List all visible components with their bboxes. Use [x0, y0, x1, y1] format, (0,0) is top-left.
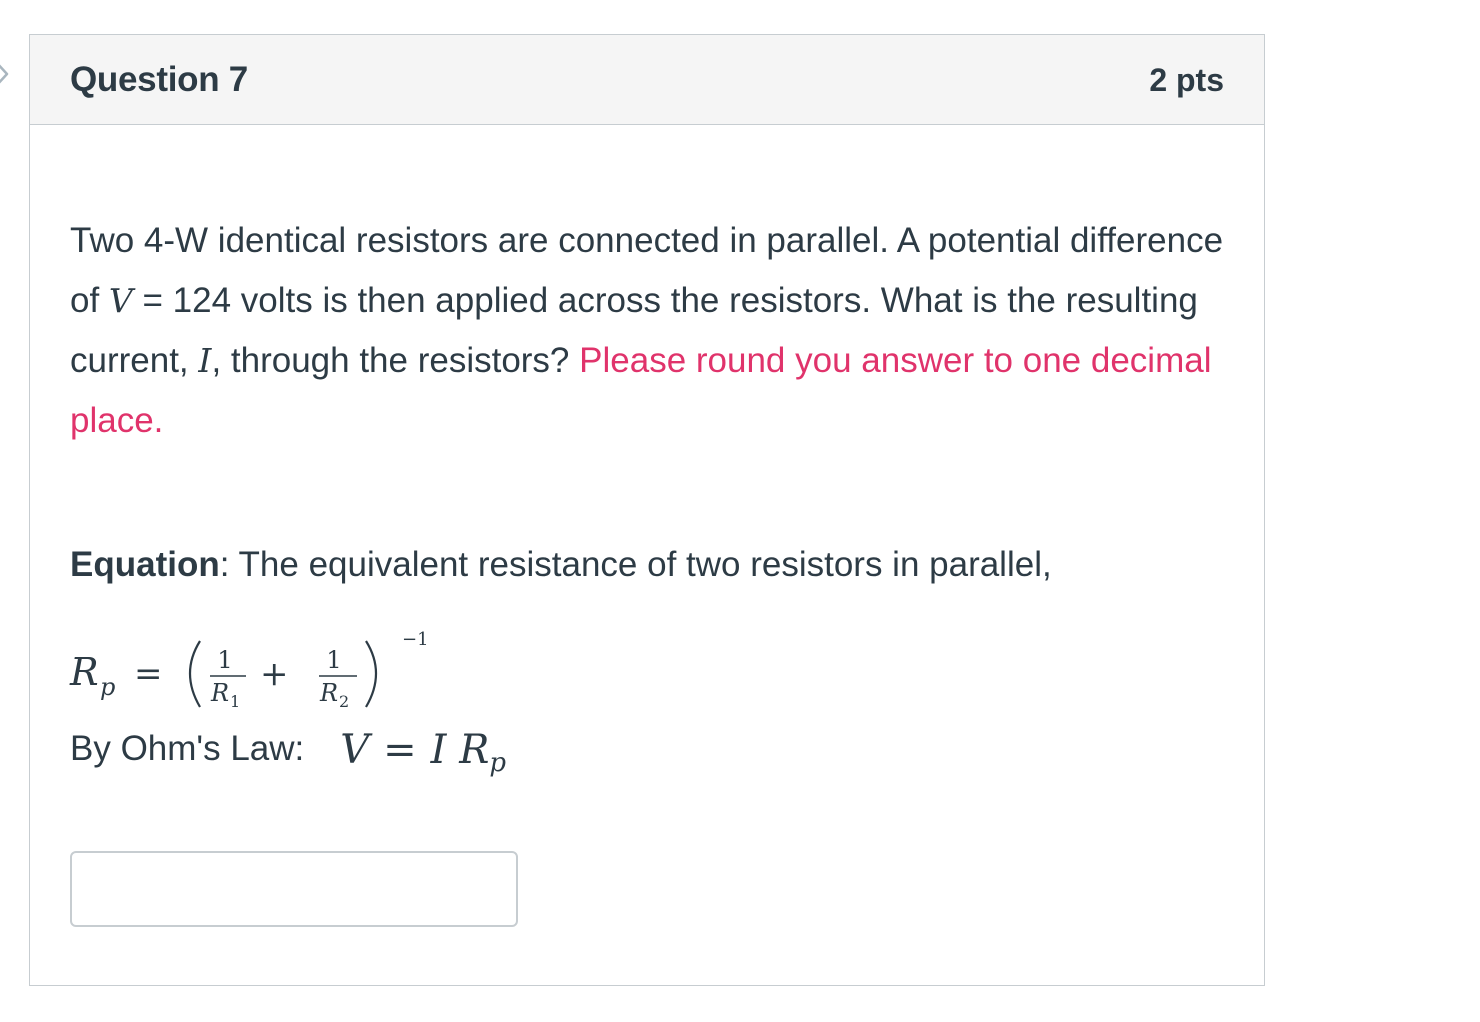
chevron-right-icon[interactable] [0, 60, 10, 88]
variable-v: V [108, 281, 133, 320]
formula-denominator-1: R [210, 679, 229, 707]
ohms-law-i: I [430, 727, 447, 773]
equation-label: Equation [70, 545, 220, 584]
formula-numerator-1: 1 [217, 646, 232, 674]
question-text: Two 4-W identical resistors are connecte… [70, 211, 1230, 451]
variable-i: I [198, 341, 212, 380]
formula-rp-symbol: R [69, 650, 99, 694]
formula-numerator-2: 1 [326, 646, 341, 674]
question-points: 2 pts [1149, 62, 1224, 98]
question-text-after-i: , through the resistors? [211, 341, 580, 380]
question-header: Question 7 2 pts [30, 35, 1264, 125]
formula-equals: = [134, 654, 163, 694]
question-title: Question 7 [70, 60, 248, 99]
ohms-law-r: R [459, 727, 490, 773]
answer-input[interactable] [70, 851, 518, 927]
equation-line: Equation: The equivalent resistance of t… [70, 545, 1052, 585]
ohms-law-label: By Ohm's Law: [70, 729, 305, 768]
formula-rp-subscript: p [100, 673, 115, 701]
formula-right-paren [365, 640, 377, 708]
ohms-law-v: V [340, 727, 370, 773]
ohms-law-r-sub: p [489, 748, 506, 778]
equation-text: : The equivalent resistance of two resis… [219, 545, 1052, 584]
formula-denominator-2-sub: 2 [339, 692, 349, 711]
formula-plus: + [260, 654, 289, 694]
ohms-law-line: By Ohm's Law: V = I Rp [70, 727, 506, 778]
formula-denominator-2: R [319, 679, 338, 707]
ohms-law-formula: V = I Rp [340, 727, 506, 778]
formula-left-paren [189, 640, 201, 708]
formula-denominator-1-sub: 1 [230, 692, 240, 711]
parallel-resistance-formula: R p = 1 R 1 + 1 R 2 −1 [69, 629, 429, 711]
ohms-law-equals: = [383, 727, 417, 773]
formula-exponent: −1 [402, 629, 429, 650]
question-card: Question 7 2 pts Two 4-W identical resis… [29, 34, 1265, 986]
